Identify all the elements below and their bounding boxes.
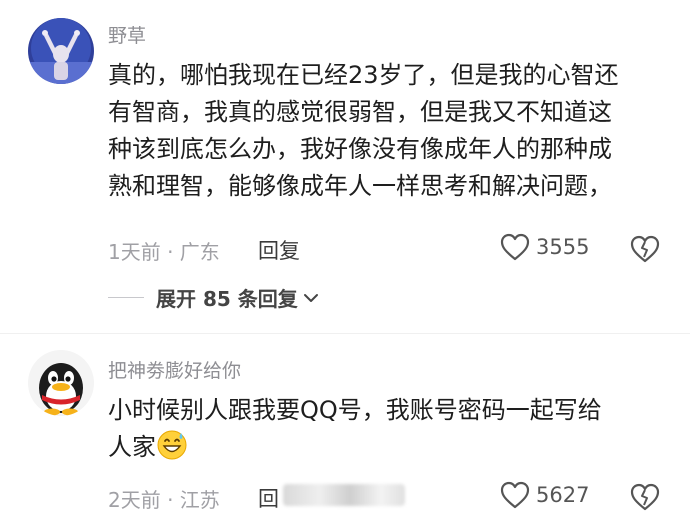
comment-meta: 2天前 · 江苏 bbox=[108, 488, 220, 512]
dislike-button[interactable] bbox=[630, 235, 660, 267]
heart-icon bbox=[500, 481, 530, 509]
comment-text-line: 种该到底怎么办，我好像没有像成年人的那种成 bbox=[108, 135, 612, 163]
like-button[interactable]: 3555 bbox=[500, 233, 589, 261]
dislike-button[interactable] bbox=[630, 483, 660, 515]
avatar[interactable] bbox=[28, 350, 94, 416]
heart-icon bbox=[500, 233, 530, 261]
comment-text-line: 有智商，我真的感觉很弱智，但是我又不知道这 bbox=[108, 98, 612, 126]
comment-text-line: 小时候别人跟我要QQ号，我账号密码一起写给 bbox=[108, 396, 602, 424]
blurred-watermark bbox=[283, 484, 405, 506]
broken-heart-icon bbox=[630, 235, 660, 263]
username[interactable]: 野草 bbox=[108, 21, 146, 48]
comment-divider bbox=[0, 333, 690, 334]
comment-meta: 1天前 · 广东 bbox=[108, 240, 220, 264]
comment-text: 小时候别人跟我要QQ号，我账号密码一起写给 人家 bbox=[108, 392, 668, 472]
broken-heart-icon bbox=[630, 483, 660, 511]
like-button[interactable]: 5627 bbox=[500, 481, 589, 509]
username[interactable]: 把神劵膨好给你 bbox=[108, 356, 241, 383]
grinning-sweat-emoji bbox=[156, 429, 188, 472]
chevron-down-icon bbox=[303, 293, 318, 302]
expand-replies-label: 展开 85 条回复 bbox=[156, 287, 298, 311]
avatar[interactable] bbox=[28, 18, 94, 84]
like-count: 3555 bbox=[536, 235, 590, 259]
comment-text: 真的，哪怕我现在已经23岁了，但是我的心智还 有智商，我真的感觉很弱智，但是我又… bbox=[108, 57, 668, 205]
comment-text-line: 人家 bbox=[108, 429, 668, 472]
like-count: 5627 bbox=[536, 483, 590, 507]
expand-replies-button[interactable]: 展开 85 条回复 bbox=[108, 283, 320, 312]
divider-dash bbox=[108, 297, 144, 298]
comment-text-segment: 人家 bbox=[108, 433, 156, 461]
comment-text-line: 真的，哪怕我现在已经23岁了，但是我的心智还 bbox=[108, 61, 619, 89]
comment-text-line: 熟和理智，能够像成年人一样思考和解决问题， bbox=[108, 172, 612, 200]
reply-button[interactable]: 回 bbox=[258, 483, 279, 513]
reply-button[interactable]: 回复 bbox=[258, 235, 300, 265]
